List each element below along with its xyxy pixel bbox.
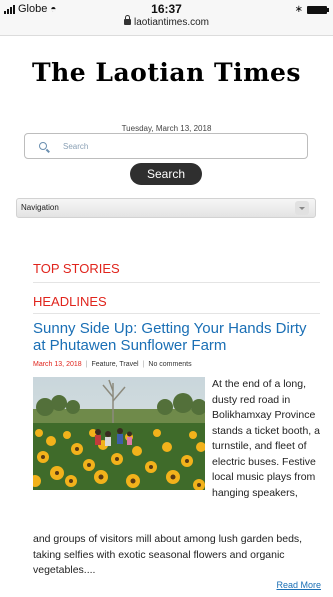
bluetooth-icon: ∗ bbox=[294, 4, 303, 15]
article-date: March 13, 2018 bbox=[33, 361, 82, 368]
site-masthead[interactable]: The Laotian Times bbox=[0, 58, 333, 87]
navigation-select[interactable]: Navigation bbox=[16, 198, 316, 218]
meta-separator: | bbox=[85, 361, 88, 368]
sunflower-field-photo bbox=[33, 377, 205, 490]
divider bbox=[33, 282, 320, 283]
section-heading-top-stories: TOP STORIES bbox=[33, 261, 120, 276]
url-bar[interactable]: laotiantimes.com bbox=[0, 15, 333, 28]
navigation-select-value: Navigation bbox=[21, 203, 59, 212]
search-icon bbox=[39, 142, 47, 150]
search-input[interactable] bbox=[63, 139, 293, 153]
chevron-down-icon bbox=[295, 201, 309, 215]
article-title-link[interactable]: Sunny Side Up: Getting Your Hands Dirty … bbox=[33, 320, 323, 354]
search-button[interactable]: Search bbox=[130, 163, 202, 185]
status-right: ∗ bbox=[294, 4, 329, 15]
article-categories[interactable]: Feature, Travel bbox=[91, 361, 138, 368]
read-more-link[interactable]: Read More bbox=[276, 580, 321, 590]
section-heading-headlines: HEADLINES bbox=[33, 294, 107, 309]
browser-status-bar: Globe ◓ 16:37 laotiantimes.com ∗ bbox=[0, 0, 333, 36]
article-comments-link[interactable]: No comments bbox=[148, 361, 191, 368]
article-excerpt-part-2: and groups of visitors mill about among … bbox=[33, 533, 303, 576]
article-meta: March 13, 2018 | Feature, Travel | No commen… bbox=[33, 361, 192, 368]
battery-icon bbox=[307, 5, 329, 14]
lock-icon bbox=[123, 15, 131, 25]
current-date: Tuesday, March 13, 2018 bbox=[121, 124, 212, 133]
article-thumbnail-image[interactable] bbox=[33, 377, 205, 490]
divider bbox=[33, 313, 320, 314]
url-text: laotiantimes.com bbox=[133, 17, 210, 28]
search-field[interactable] bbox=[24, 133, 308, 159]
clock: 16:37 bbox=[151, 2, 182, 16]
meta-separator: | bbox=[142, 361, 145, 368]
article-excerpt-part-1: At the end of a long, dusty red road in … bbox=[212, 378, 320, 499]
